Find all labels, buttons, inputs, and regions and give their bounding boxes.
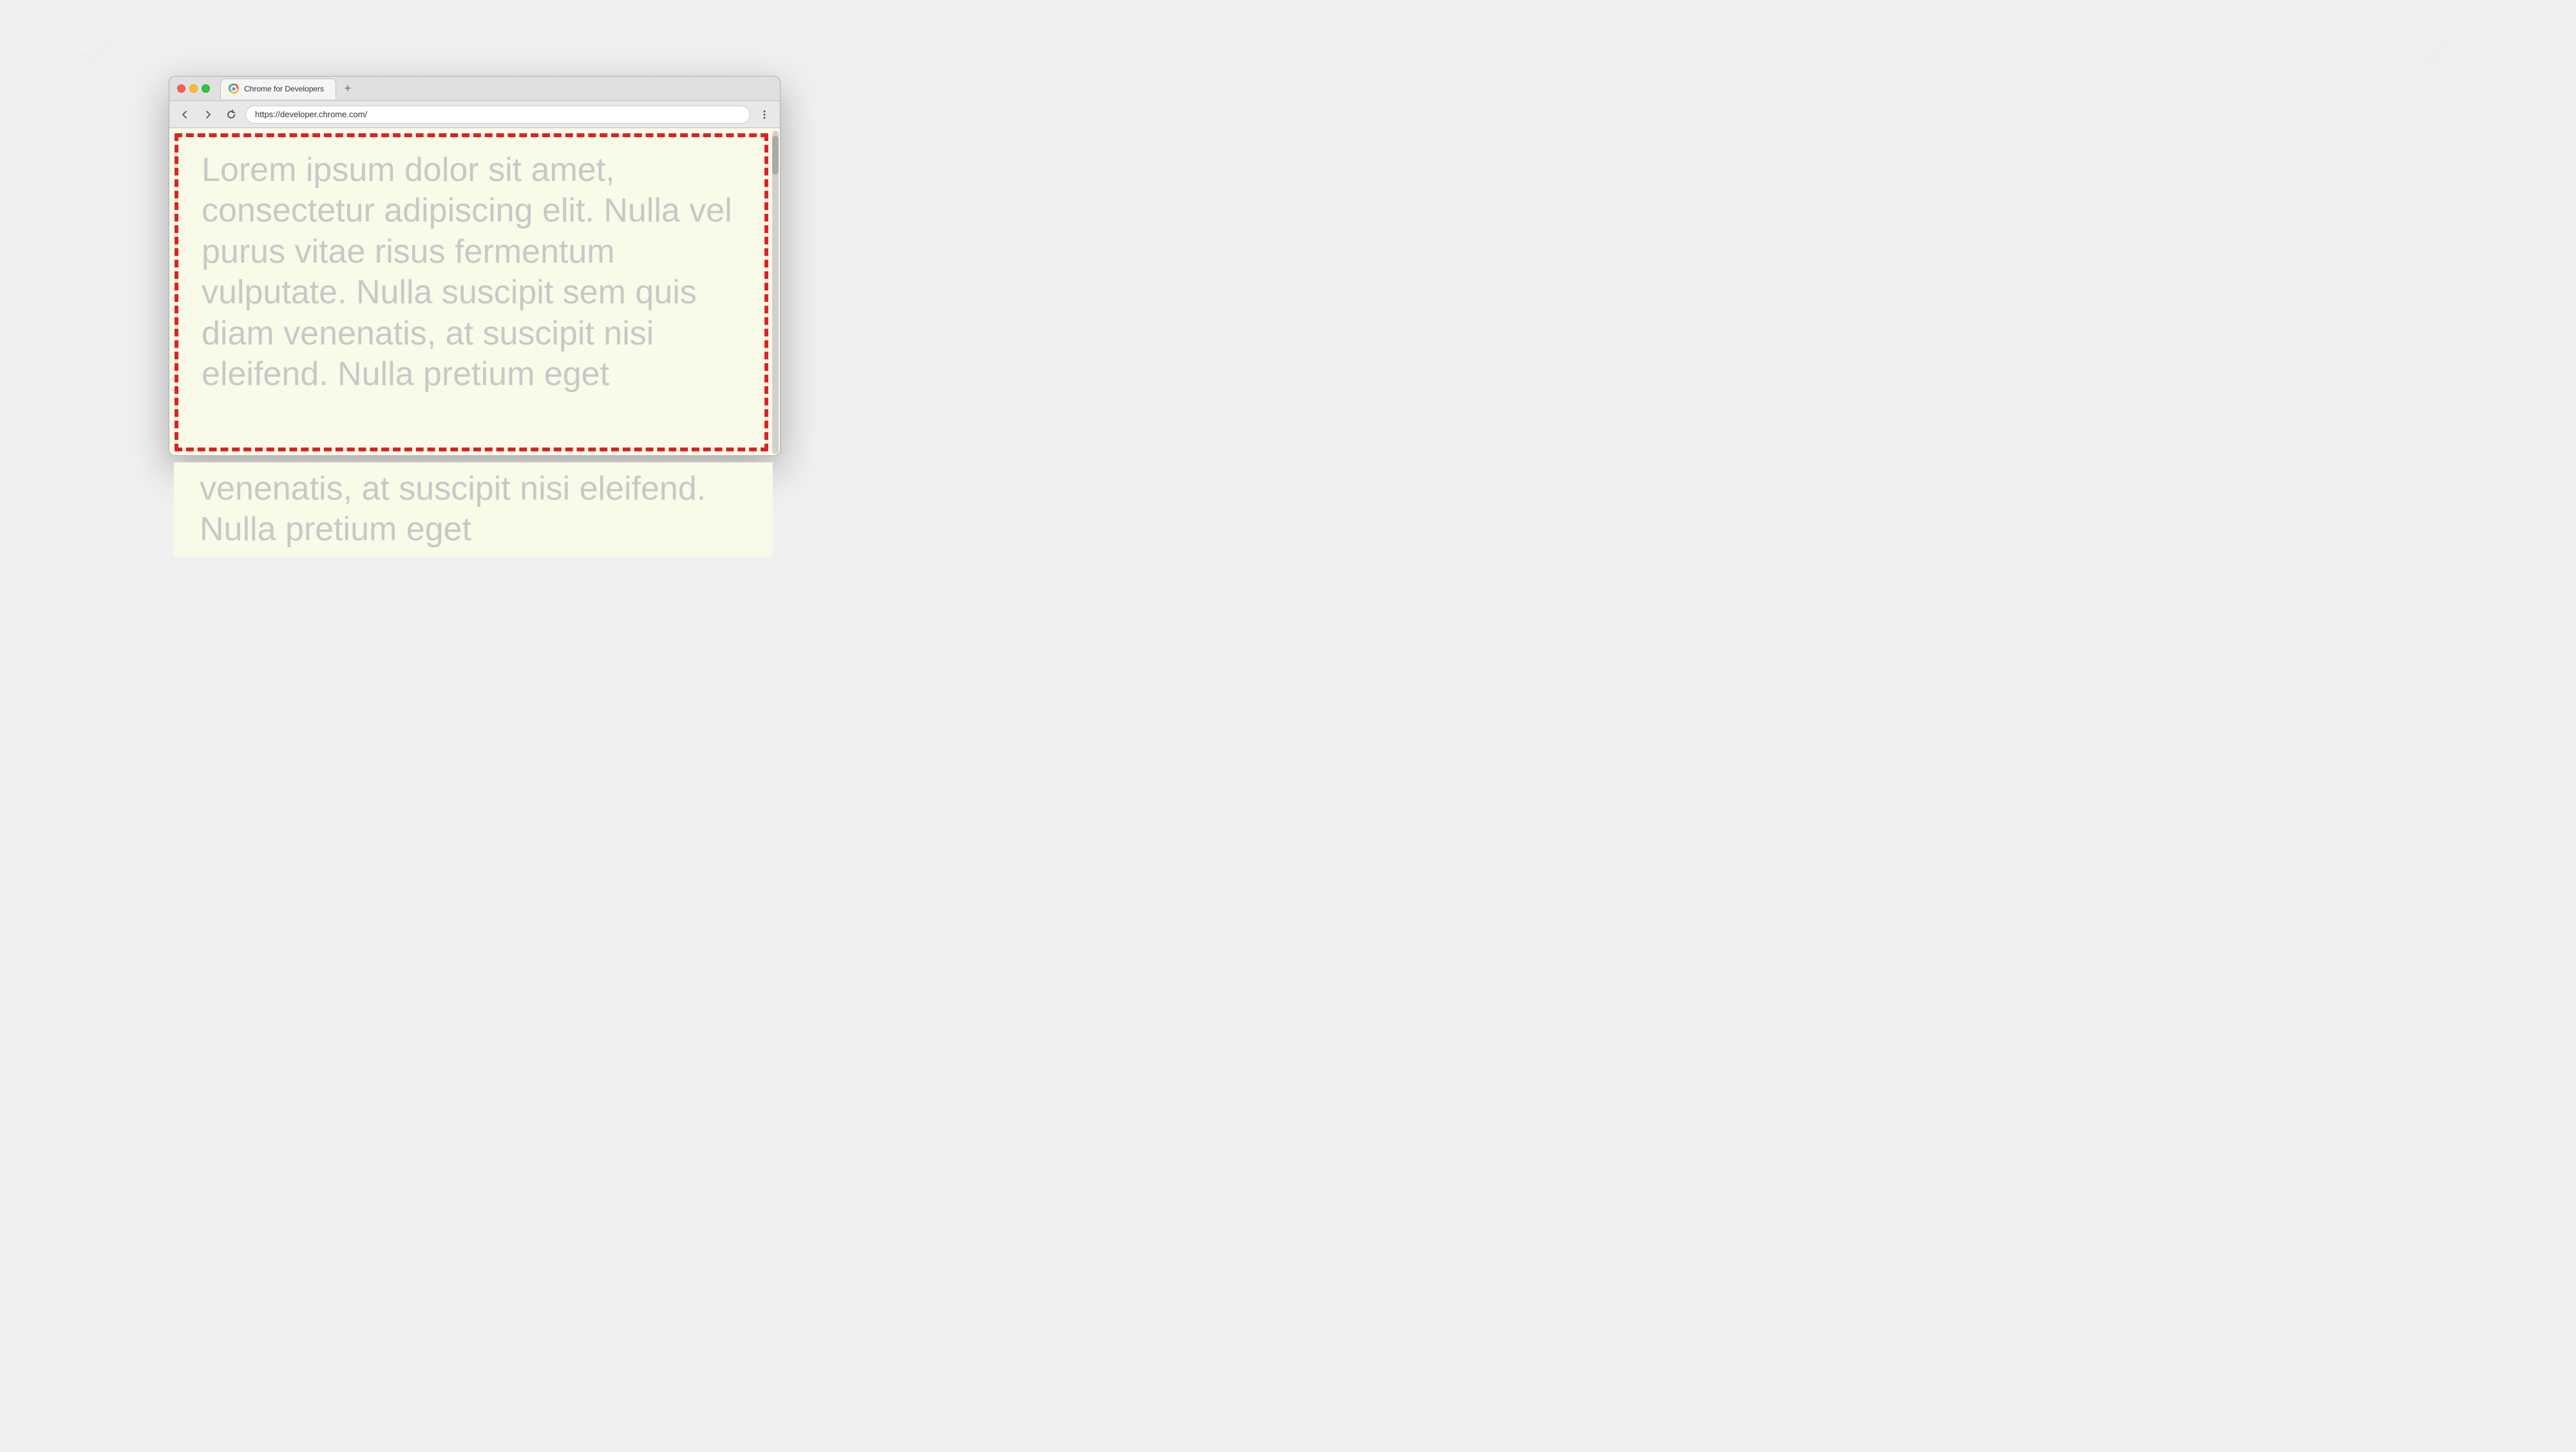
svg-text:HTML: HTML bbox=[525, 61, 546, 70]
browser-tab[interactable]: Chrome for Developers bbox=[220, 79, 336, 99]
svg-text:🌐: 🌐 bbox=[322, 1370, 351, 1396]
svg-text:👥: 👥 bbox=[2396, 558, 2425, 585]
url-text: https://developer.chrome.com/ bbox=[255, 109, 367, 119]
svg-text:✏: ✏ bbox=[2467, 365, 2486, 391]
svg-text:🚀: 🚀 bbox=[2415, 36, 2454, 71]
page-content: Lorem ipsum dolor sit amet, consectetur … bbox=[169, 128, 780, 456]
svg-text:HTML: HTML bbox=[254, 1375, 276, 1384]
svg-text:👥: 👥 bbox=[77, 558, 106, 585]
svg-text:📦: 📦 bbox=[2447, 462, 2476, 488]
refresh-icon bbox=[226, 109, 236, 120]
svg-text:HTML: HTML bbox=[795, 61, 817, 70]
lorem-ipsum-text: Lorem ipsum dolor sit amet, consectetur … bbox=[189, 141, 761, 402]
overflow-lorem-text: venenatis, at suscipit nisi eleifend. Nu… bbox=[187, 469, 760, 551]
new-tab-button[interactable]: + bbox=[339, 80, 357, 98]
svg-text:🔄: 🔄 bbox=[2383, 365, 2412, 391]
traffic-lights bbox=[177, 84, 210, 93]
svg-text:⚙: ⚙ bbox=[32, 172, 53, 198]
svg-text:⚙: ⚙ bbox=[2486, 120, 2500, 138]
svg-text:HTML: HTML bbox=[1201, 61, 1222, 70]
below-browser-text: venenatis, at suscipit nisi eleifend. Nu… bbox=[174, 462, 773, 557]
browser-window: Chrome for Developers + https://develope… bbox=[169, 76, 781, 456]
svg-text:👤: 👤 bbox=[64, 266, 97, 296]
svg-text:HTML: HTML bbox=[1742, 61, 1763, 70]
back-icon bbox=[180, 109, 190, 120]
svg-text:HTML: HTML bbox=[2349, 108, 2417, 150]
minimize-button[interactable] bbox=[189, 84, 198, 93]
svg-text:HTML: HTML bbox=[1607, 61, 1628, 70]
address-bar-row: https://developer.chrome.com/ bbox=[169, 101, 780, 128]
scrollbar-track[interactable] bbox=[772, 131, 779, 454]
svg-text:🚀: 🚀 bbox=[77, 1363, 106, 1390]
svg-text:HTML: HTML bbox=[2148, 61, 2169, 70]
address-bar[interactable]: https://developer.chrome.com/ bbox=[245, 106, 750, 124]
svg-text:📦: 📦 bbox=[39, 462, 68, 488]
refresh-button[interactable] bbox=[222, 106, 240, 124]
svg-text:HTML: HTML bbox=[1336, 61, 1358, 70]
svg-text:HTML: HTML bbox=[2418, 61, 2439, 70]
svg-text:HTML: HTML bbox=[390, 61, 411, 70]
svg-text:🌐: 🌐 bbox=[32, 655, 61, 681]
svg-text:HTML: HTML bbox=[390, 1375, 411, 1384]
svg-text:HTML: HTML bbox=[2012, 61, 2034, 70]
svg-text:⚙: ⚙ bbox=[2447, 172, 2468, 198]
svg-text:🔄: 🔄 bbox=[103, 365, 132, 391]
forward-icon bbox=[203, 109, 213, 120]
back-button[interactable] bbox=[176, 106, 194, 124]
menu-dots-icon bbox=[759, 109, 770, 120]
scrollbar-thumb[interactable] bbox=[772, 136, 779, 174]
svg-text:HTML: HTML bbox=[931, 61, 952, 70]
svg-text:HTML: HTML bbox=[1877, 61, 1899, 70]
viewport: Lorem ipsum dolor sit amet, consectetur … bbox=[169, 128, 780, 456]
title-bar: Chrome for Developers + bbox=[169, 77, 780, 101]
svg-text:HTML: HTML bbox=[1472, 61, 1493, 70]
forward-button[interactable] bbox=[199, 106, 217, 124]
browser-menu-button[interactable] bbox=[755, 106, 773, 124]
svg-text:✏: ✏ bbox=[97, 751, 116, 778]
svg-text:HTML: HTML bbox=[660, 61, 681, 70]
svg-text:🚀: 🚀 bbox=[77, 36, 116, 71]
svg-text:HTML: HTML bbox=[1066, 61, 1087, 70]
svg-text:HTML: HTML bbox=[254, 61, 276, 70]
svg-text:HTML: HTML bbox=[2283, 61, 2304, 70]
tab-title: Chrome for Developers bbox=[244, 84, 324, 93]
svg-text:🌐: 🌐 bbox=[2487, 250, 2505, 266]
close-button[interactable] bbox=[177, 84, 185, 93]
fullscreen-button[interactable] bbox=[202, 84, 210, 93]
tab-bar: Chrome for Developers + bbox=[220, 79, 772, 99]
svg-text:👤: 👤 bbox=[2415, 266, 2447, 296]
svg-text:⚙: ⚙ bbox=[193, 1382, 214, 1409]
svg-text:HTML: HTML bbox=[119, 61, 140, 70]
chrome-favicon bbox=[229, 84, 239, 94]
